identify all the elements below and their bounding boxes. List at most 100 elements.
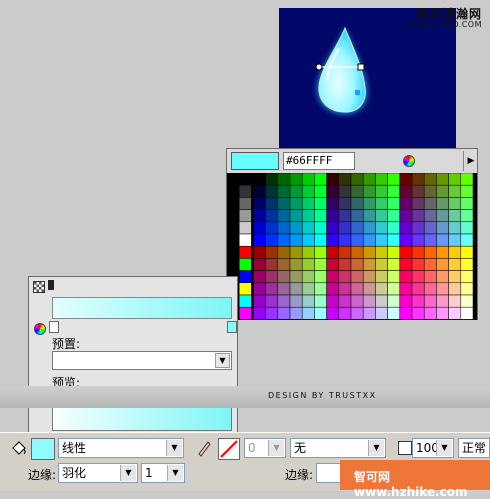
swatch-cell[interactable] (326, 294, 340, 308)
swatch-cell[interactable] (399, 233, 413, 247)
swatch-cell[interactable] (314, 282, 327, 296)
swatch-cell[interactable] (375, 209, 388, 223)
pencil-icon[interactable] (196, 439, 212, 457)
swatch-cell[interactable] (362, 233, 376, 247)
swatch-cell[interactable] (238, 270, 252, 284)
swatch-cell[interactable] (387, 184, 401, 198)
swatch-cell[interactable] (338, 184, 352, 198)
swatch-cell[interactable] (399, 221, 413, 235)
swatch-cell[interactable] (289, 245, 303, 259)
swatch-cell[interactable] (265, 270, 279, 284)
swatch-cell[interactable] (227, 221, 240, 235)
swatch-cell[interactable] (399, 282, 413, 296)
swatch-cell[interactable] (387, 233, 401, 247)
swatch-cell[interactable] (289, 209, 303, 223)
swatch-cell[interactable] (326, 282, 340, 296)
swatch-cell[interactable] (362, 197, 376, 210)
swatch-cell[interactable] (411, 294, 425, 308)
swatch-cell[interactable] (326, 209, 340, 223)
swatch-cell[interactable] (338, 209, 352, 223)
swatch-cell[interactable] (238, 245, 252, 259)
swatch-cell[interactable] (253, 197, 266, 210)
swatch-cell[interactable] (399, 270, 413, 284)
swatch-cell[interactable] (399, 173, 413, 186)
swatch-cell[interactable] (326, 221, 340, 235)
swatch-cell[interactable] (227, 173, 240, 186)
swatch-cell[interactable] (448, 184, 462, 198)
hex-color-input[interactable]: #66FFFF (283, 152, 355, 170)
swatch-cell[interactable] (350, 197, 364, 210)
swatch-cell[interactable] (375, 173, 388, 186)
swatch-cell[interactable] (314, 270, 327, 284)
swatch-cell[interactable] (448, 258, 462, 271)
swatch-cell[interactable] (423, 197, 437, 210)
swatch-cell[interactable] (265, 245, 279, 259)
swatch-cell[interactable] (227, 245, 240, 259)
swatch-cell[interactable] (265, 294, 279, 308)
swatch-cell[interactable] (277, 197, 291, 210)
swatch-cell[interactable] (460, 282, 474, 296)
chevron-down-icon[interactable]: ▼ (167, 465, 183, 481)
swatch-cell[interactable] (448, 270, 462, 284)
swatch-cell[interactable] (277, 233, 291, 247)
swatch-cell[interactable] (227, 184, 240, 198)
swatch-cell[interactable] (411, 197, 425, 210)
stroke-style-select[interactable]: 无 ▼ (290, 438, 386, 458)
swatch-cell[interactable] (375, 245, 388, 259)
swatch-cell[interactable] (314, 221, 327, 235)
swatch-cell[interactable] (350, 184, 364, 198)
swatch-cell[interactable] (289, 270, 303, 284)
swatch-cell[interactable] (227, 233, 240, 247)
swatch-cell[interactable] (238, 306, 252, 320)
swatch-cell[interactable] (238, 173, 252, 186)
color-wheel-icon[interactable] (403, 155, 415, 167)
chevron-down-icon[interactable]: ▼ (166, 440, 182, 456)
swatch-cell[interactable] (277, 294, 291, 308)
swatch-cell[interactable] (423, 282, 437, 296)
swatch-cell[interactable] (460, 245, 474, 259)
swatch-cell[interactable] (375, 270, 388, 284)
swatch-cell[interactable] (314, 294, 327, 308)
swatch-cell[interactable] (375, 258, 388, 271)
swatch-cell[interactable] (238, 282, 252, 296)
swatch-cell[interactable] (301, 258, 315, 271)
swatch-cell[interactable] (423, 245, 437, 259)
swatch-cell[interactable] (238, 184, 252, 198)
swatch-cell[interactable] (399, 306, 413, 320)
swatch-cell[interactable] (350, 233, 364, 247)
chevron-down-icon[interactable]: ▼ (120, 465, 136, 481)
swatch-cell[interactable] (238, 294, 252, 308)
swatch-cell[interactable] (460, 306, 474, 320)
swatch-cell[interactable] (253, 306, 266, 320)
swatch-cell[interactable] (448, 221, 462, 235)
swatch-cell[interactable] (289, 233, 303, 247)
swatch-cell[interactable] (387, 197, 401, 210)
swatch-cell[interactable] (301, 306, 315, 320)
swatch-cell[interactable] (399, 245, 413, 259)
swatch-cell[interactable] (399, 184, 413, 198)
swatch-cell[interactable] (436, 270, 449, 284)
stroke-color-chip[interactable] (218, 438, 240, 460)
swatch-cell[interactable] (314, 258, 327, 271)
swatch-cell[interactable] (411, 221, 425, 235)
gradient-bar[interactable] (52, 297, 232, 319)
swatch-cell[interactable] (326, 173, 340, 186)
swatch-cell[interactable] (423, 209, 437, 223)
swatch-cell[interactable] (314, 184, 327, 198)
swatch-cell[interactable] (448, 233, 462, 247)
swatch-cell[interactable] (326, 258, 340, 271)
swatch-cell[interactable] (375, 221, 388, 235)
swatch-cell[interactable] (436, 258, 449, 271)
swatch-cell[interactable] (301, 173, 315, 186)
swatch-cell[interactable] (277, 258, 291, 271)
chevron-down-icon[interactable]: ▼ (368, 440, 384, 456)
gradient-stop-start[interactable] (49, 321, 59, 333)
swatch-cell[interactable] (301, 294, 315, 308)
triangle-right-icon[interactable]: ▶ (463, 151, 478, 171)
swatch-cell[interactable] (301, 282, 315, 296)
swatch-cell[interactable] (411, 306, 425, 320)
swatch-cell[interactable] (253, 173, 266, 186)
swatch-cell[interactable] (314, 233, 327, 247)
swatch-cell[interactable] (227, 197, 240, 210)
swatch-cell[interactable] (387, 245, 401, 259)
